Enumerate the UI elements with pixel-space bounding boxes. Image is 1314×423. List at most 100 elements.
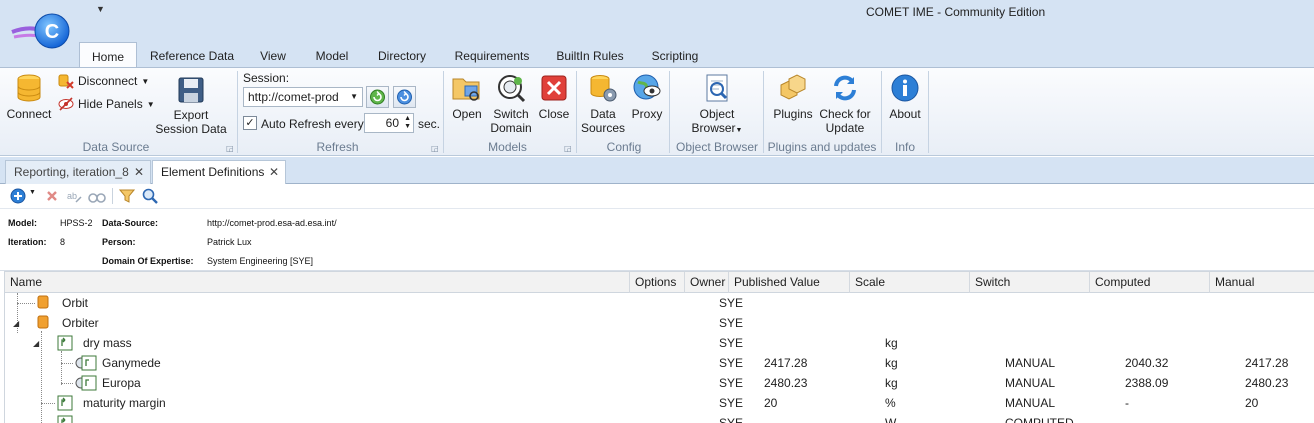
check-update-label-line1: Check for: [819, 107, 871, 121]
ribbon-tab-model[interactable]: Model: [306, 42, 358, 68]
about-button[interactable]: About: [885, 73, 925, 121]
save-disk-icon: [178, 77, 204, 103]
filter-icon[interactable]: [119, 188, 135, 204]
cell-switch: MANUAL: [1005, 356, 1056, 370]
ribbon-tab-view[interactable]: View: [251, 42, 295, 68]
column-header-scale[interactable]: Scale: [850, 272, 970, 293]
cell-published-value: 2480.23: [764, 376, 808, 390]
disconnect-dropdown-icon: ▼: [141, 76, 150, 86]
reload-icon: [397, 89, 412, 105]
data-source-launcher-icon[interactable]: ◲: [226, 144, 234, 153]
document-tab-strip: Reporting, iteration_8 ✕ Element Definit…: [0, 157, 1314, 185]
cell-manual: 20: [1245, 396, 1259, 410]
table-row[interactable]: Orbit SYE: [5, 293, 1314, 313]
check-for-update-button[interactable]: Check for Update: [816, 73, 874, 135]
column-header-computed[interactable]: Computed: [1090, 272, 1210, 293]
session-select-value: http://comet-prod: [248, 90, 339, 104]
data-sources-gear-icon: [590, 75, 617, 102]
open-button[interactable]: Open: [447, 73, 487, 121]
connect-button[interactable]: Connect: [4, 73, 54, 121]
table-row[interactable]: maturity margin SYE 20% MANUAL - 20: [5, 393, 1314, 413]
reload-button[interactable]: [393, 86, 416, 108]
search-icon[interactable]: [142, 188, 158, 204]
hide-panels-button[interactable]: Hide Panels ▼: [58, 95, 155, 113]
app-logo[interactable]: C: [10, 10, 72, 54]
ribbon-tab-requirements[interactable]: Requirements: [448, 42, 536, 68]
cell-manual: 2417.28: [1245, 356, 1289, 370]
column-header-switch[interactable]: Switch: [970, 272, 1090, 293]
cell-owner: SYE: [719, 296, 744, 310]
switch-label-line2: Domain: [490, 121, 532, 135]
doc-tab-label: Reporting, iteration_8: [14, 165, 129, 179]
auto-refresh-checkbox[interactable]: ✓: [243, 116, 257, 130]
table-row[interactable]: Orbiter SYE: [5, 313, 1314, 333]
cell-published-value: 20: [764, 396, 778, 410]
column-header-published-value[interactable]: Published Value: [729, 272, 850, 293]
refresh-interval-stepper[interactable]: 60 ▲ ▼: [364, 113, 414, 133]
group-separator: [669, 71, 670, 153]
data-sources-button[interactable]: Data Sources: [580, 73, 626, 135]
check-update-label-line2: Update: [825, 121, 865, 135]
cell-switch: COMPUTED: [1005, 416, 1074, 423]
session-dropdown-icon: ▼: [350, 92, 358, 101]
rename-icon[interactable]: ab: [66, 188, 82, 204]
plugins-boxes-icon: [780, 74, 806, 100]
ribbon-tab-directory[interactable]: Directory: [369, 42, 435, 68]
table-row[interactable]: dry mass SYE kg: [5, 333, 1314, 353]
stepper-up-icon[interactable]: ▲: [404, 115, 411, 123]
cell-scale: %: [885, 396, 896, 410]
cell-published-value: 2417.28: [764, 356, 808, 370]
group-label-plugins: Plugins and updates: [767, 140, 877, 154]
cell-scale: kg: [885, 336, 898, 350]
session-select[interactable]: http://comet-prod ▼: [243, 87, 363, 107]
ribbon-tab-scripting[interactable]: Scripting: [644, 42, 706, 68]
close-tab-icon[interactable]: ✕: [269, 161, 279, 184]
group-separator: [763, 71, 764, 153]
table-row[interactable]: Europa SYE 2480.23 kg MANUAL 2388.09 2480.23: [5, 373, 1314, 393]
refresh-button[interactable]: [366, 86, 389, 108]
switch-domain-button[interactable]: Switch Domain: [488, 73, 534, 135]
toolbar-separator: [112, 188, 113, 204]
close-model-button[interactable]: Close: [536, 73, 572, 121]
ribbon-tab-builtin-rules[interactable]: BuiltIn Rules: [550, 42, 630, 68]
auto-refresh-label: Auto Refresh every: [261, 117, 364, 131]
refresh-launcher-icon[interactable]: ◲: [431, 144, 439, 153]
ribbon-tab-reference-data[interactable]: Reference Data: [143, 42, 241, 68]
proxy-button[interactable]: Proxy: [628, 73, 666, 121]
models-launcher-icon[interactable]: ◲: [564, 144, 572, 153]
object-browser-label-line2: Browser: [691, 121, 736, 135]
column-header-name[interactable]: Name: [5, 272, 630, 293]
binoculars-icon[interactable]: [88, 188, 106, 204]
about-label: About: [889, 107, 921, 121]
add-dropdown-icon[interactable]: ▼: [29, 189, 36, 196]
info-icon: [891, 74, 919, 102]
cell-computed: 2388.09: [1125, 376, 1169, 390]
disconnect-label: Disconnect: [78, 74, 138, 88]
group-label-data-source: Data Source: [82, 140, 150, 154]
table-row[interactable]: Ganymede SYE 2417.28 kg MANUAL 2040.32 2417.28: [5, 353, 1314, 373]
stepper-down-icon[interactable]: ▼: [404, 123, 411, 131]
column-header-manual[interactable]: Manual: [1210, 272, 1314, 293]
plugins-label: Plugins: [773, 107, 813, 121]
column-header-options[interactable]: Options: [630, 272, 685, 293]
doc-tab-reporting[interactable]: Reporting, iteration_8 ✕: [5, 160, 151, 184]
switch-label-line1: Switch: [493, 107, 529, 121]
grid-toolbar: ▼ ab: [0, 184, 1314, 209]
add-icon[interactable]: [10, 188, 26, 204]
open-folder-icon: [452, 78, 480, 101]
column-header-owner[interactable]: Owner: [685, 272, 729, 293]
data-sources-label-line2: Sources: [580, 121, 626, 135]
quick-access-dropdown-icon[interactable]: ▼: [96, 4, 105, 14]
object-browser-dropdown-icon: ▼: [735, 127, 743, 134]
disconnect-button[interactable]: Disconnect ▼: [58, 72, 149, 90]
export-session-data-button[interactable]: Export Session Data: [154, 76, 228, 136]
doc-tab-element-definitions[interactable]: Element Definitions ✕: [152, 160, 286, 185]
object-browser-button[interactable]: Object Browser▼: [684, 73, 750, 138]
close-tab-icon[interactable]: ✕: [134, 161, 144, 184]
plugins-button[interactable]: Plugins: [770, 73, 816, 121]
table-row[interactable]: SYE W COMPUTED: [5, 413, 1314, 423]
close-label: Close: [538, 107, 570, 121]
delete-icon[interactable]: [44, 188, 60, 204]
ribbon-tab-strip: Home Reference Data View Model Directory…: [0, 42, 1314, 69]
ribbon-tab-home[interactable]: Home: [79, 42, 137, 69]
